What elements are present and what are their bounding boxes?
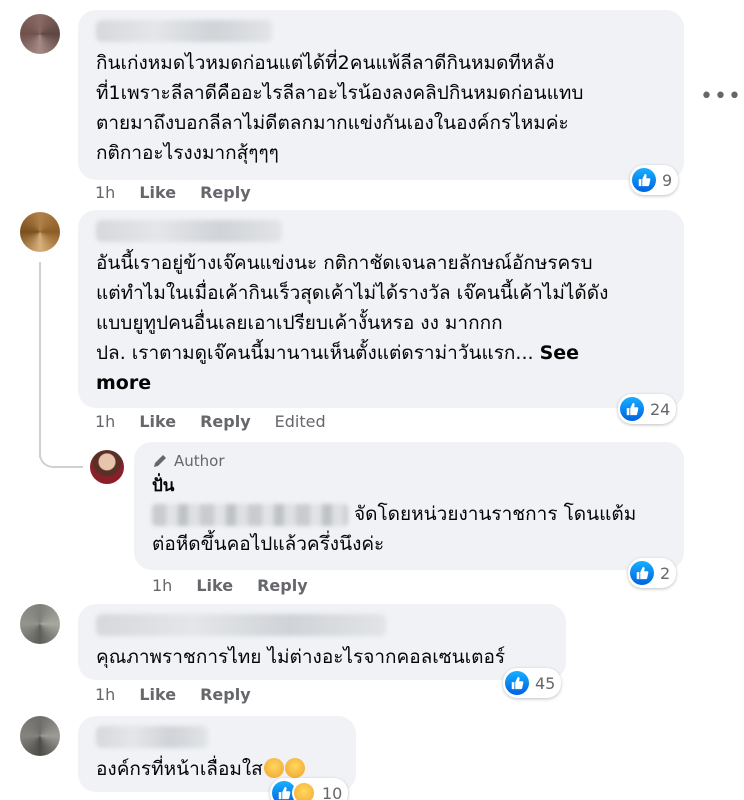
thread-connector — [39, 438, 83, 468]
comment-text: คุณภาพราชการไทย ไม่ต่างอะไรจากคอลเซนเตอร… — [96, 646, 506, 668]
like-button[interactable]: Like — [139, 183, 176, 202]
timestamp[interactable]: 1h — [95, 685, 115, 704]
reply-button[interactable]: Reply — [200, 183, 251, 202]
comment-bubble-3: คุณภาพราชการไทย ไม่ต่างอะไรจากคอลเซนเตอร… — [78, 604, 566, 680]
comment-bubble-2: อันนี้เราอยู่ข้างเจ๊คนแข่งนะ กติกาชัดเจน… — [78, 210, 684, 408]
comment-text-body: อันนี้เราอยู่ข้างเจ๊คนแข่งนะ กติกาชัดเจน… — [96, 252, 609, 364]
reply-bubble: Author ปั่น จัดโดยหน่วยงานราชการ โดนแต้ม… — [134, 442, 684, 570]
avatar[interactable] — [20, 212, 60, 252]
author-label: Author — [174, 452, 225, 470]
more-options-icon[interactable]: ••• — [700, 84, 742, 109]
blurred-commenter-name[interactable] — [96, 220, 282, 242]
like-button[interactable]: Like — [139, 685, 176, 704]
reaction-count[interactable]: 45 — [503, 668, 562, 698]
reply-button[interactable]: Reply — [200, 412, 251, 431]
thumbs-up-icon — [630, 561, 654, 585]
avatar[interactable] — [20, 716, 60, 756]
laughing-crying-emoji — [263, 758, 284, 778]
blurred-text — [152, 503, 348, 526]
blurred-commenter-name[interactable] — [96, 20, 272, 42]
haha-icon — [292, 781, 316, 800]
reaction-number: 10 — [322, 783, 343, 800]
blurred-commenter-name[interactable] — [96, 614, 386, 636]
reaction-number: 45 — [535, 673, 556, 693]
like-button[interactable]: Like — [139, 412, 176, 431]
reaction-number: 24 — [650, 399, 671, 419]
author-name[interactable]: ปั่น — [152, 472, 672, 499]
author-avatar[interactable] — [90, 450, 124, 484]
reaction-count[interactable]: 10 — [270, 778, 349, 800]
thumbs-up-icon — [632, 168, 656, 192]
edited-label: Edited — [274, 412, 326, 431]
comment-text-body: องค์กรที่หน้าเลื่อมใส — [96, 758, 263, 780]
thumbs-up-icon — [505, 671, 529, 695]
comment-actions: 1h Like Reply — [95, 685, 251, 704]
thumbs-up-icon — [620, 397, 644, 421]
pencil-icon — [154, 455, 166, 467]
timestamp[interactable]: 1h — [95, 183, 115, 202]
avatar[interactable] — [20, 14, 60, 54]
reaction-number: 2 — [660, 563, 671, 583]
reaction-count[interactable]: 9 — [630, 165, 679, 195]
reaction-number: 9 — [662, 170, 673, 190]
reply-button[interactable]: Reply — [200, 685, 251, 704]
blurred-commenter-name[interactable] — [96, 726, 208, 748]
comment-actions: 1h Like Reply Edited — [95, 412, 326, 431]
reply-actions: 1h Like Reply — [152, 576, 308, 595]
avatar[interactable] — [20, 604, 60, 644]
reaction-count[interactable]: 24 — [618, 394, 677, 424]
comment-actions: 1h Like Reply — [95, 183, 251, 202]
comment-text: อันนี้เราอยู่ข้างเจ๊คนแข่งนะ กติกาชัดเจน… — [96, 248, 672, 398]
like-button[interactable]: Like — [196, 576, 233, 595]
author-badge: Author — [152, 452, 672, 470]
reply-text: จัดโดยหน่วยงานราชการ โดนแต้ม ต่อหีดขึ้นค… — [152, 499, 672, 559]
reaction-count[interactable]: 2 — [628, 558, 677, 588]
comment-bubble-1: กินเก่งหมดไวหมดก่อนแต่ได้ที่2คนแพ้ลีลาดี… — [78, 10, 684, 180]
timestamp[interactable]: 1h — [152, 576, 172, 595]
thread-line — [39, 262, 41, 458]
laughing-crying-emoji — [284, 758, 305, 778]
timestamp[interactable]: 1h — [95, 412, 115, 431]
comment-text: กินเก่งหมดไวหมดก่อนแต่ได้ที่2คนแพ้ลีลาดี… — [96, 52, 584, 164]
reply-button[interactable]: Reply — [257, 576, 308, 595]
